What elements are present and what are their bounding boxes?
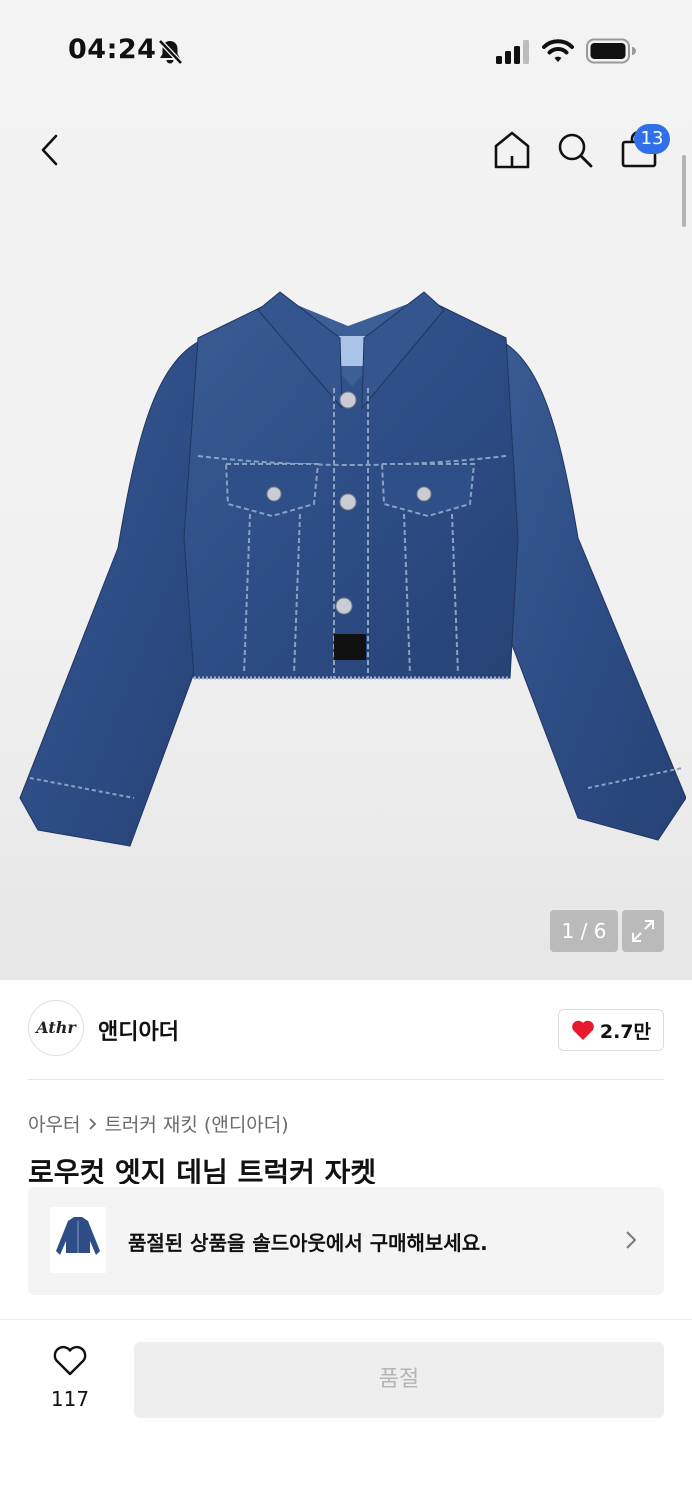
- expand-icon: [632, 920, 654, 942]
- brand-name[interactable]: 앤디아더: [98, 1014, 179, 1046]
- signal-icon: [496, 40, 529, 64]
- search-button[interactable]: [555, 128, 595, 172]
- wishlist-count: 117: [50, 1387, 90, 1411]
- brand-logo[interactable]: Athr: [28, 1000, 84, 1056]
- section-divider: [28, 1079, 664, 1080]
- wifi-icon: [542, 39, 574, 62]
- expand-image-button[interactable]: [622, 910, 664, 952]
- bell-slash-icon: [158, 39, 183, 65]
- home-icon: [494, 131, 530, 169]
- brand-like-button[interactable]: 2.7만: [557, 1009, 664, 1051]
- scrollbar-thumb[interactable]: [682, 155, 686, 227]
- cart-count-badge: 13: [634, 124, 670, 154]
- breadcrumb: 아우터 트러커 재킷 (앤디아더): [28, 1110, 289, 1137]
- chevron-right-icon: [89, 1117, 97, 1130]
- heart-filled-icon: [572, 1020, 594, 1040]
- soldout-banner-text: 품절된 상품을 솔드아웃에서 구매해보세요.: [128, 1231, 488, 1255]
- product-title: 로우컷 엣지 데님 트럭커 자켓: [28, 1156, 377, 1184]
- status-time: 04:24: [68, 34, 157, 65]
- home-button[interactable]: [492, 128, 532, 172]
- wishlist-button[interactable]: 117: [38, 1345, 102, 1415]
- soldout-banner[interactable]: 품절된 상품을 솔드아웃에서 구매해보세요.: [28, 1187, 664, 1295]
- battery-icon: [586, 38, 636, 64]
- status-bar: 04:24: [0, 0, 692, 100]
- back-arrow-icon: [41, 134, 58, 166]
- product-gallery[interactable]: 04:24 13 1 / 6: [0, 0, 692, 980]
- brand-row: Athr 앤디아더 2.7만: [28, 1000, 664, 1058]
- chevron-right-icon: [626, 1231, 637, 1249]
- soldout-button: 품절: [134, 1342, 664, 1418]
- breadcrumb-item-outer[interactable]: 아우터: [28, 1110, 80, 1137]
- heart-outline-icon: [53, 1345, 87, 1376]
- breadcrumb-item-category[interactable]: 트러커 재킷 (앤디아더): [104, 1110, 288, 1137]
- product-image[interactable]: [18, 278, 686, 850]
- back-button[interactable]: [32, 128, 72, 172]
- brand-like-count: 2.7만: [599, 1020, 651, 1043]
- bottom-bar-divider: [0, 1319, 692, 1320]
- search-icon: [558, 133, 593, 168]
- image-page-indicator: 1 / 6: [550, 910, 618, 952]
- soldout-thumbnail: [50, 1207, 106, 1273]
